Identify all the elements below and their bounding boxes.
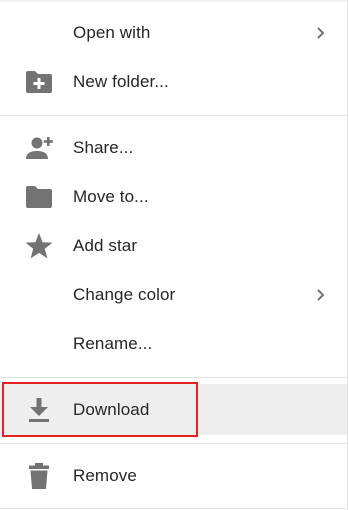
chevron-right-icon bbox=[317, 289, 325, 301]
menu-item-remove[interactable]: Remove bbox=[0, 454, 347, 498]
context-menu: Open with New folder... Share... Move to… bbox=[0, 0, 348, 509]
menu-item-label: Change color bbox=[73, 285, 176, 304]
menu-item-label: New folder... bbox=[73, 72, 169, 91]
star-icon bbox=[24, 231, 54, 261]
menu-item-label: Add star bbox=[73, 236, 138, 255]
menu-item-add-star[interactable]: Add star bbox=[0, 224, 347, 268]
folder-plus-icon bbox=[24, 67, 54, 97]
menu-item-label: Remove bbox=[73, 466, 137, 485]
menu-item-new-folder[interactable]: New folder... bbox=[0, 60, 347, 104]
menu-item-change-color[interactable]: Change color bbox=[0, 273, 347, 317]
menu-item-label: Open with bbox=[73, 23, 151, 42]
menu-divider bbox=[0, 443, 347, 444]
menu-divider bbox=[0, 377, 347, 378]
menu-item-label: Rename... bbox=[73, 334, 153, 353]
menu-divider bbox=[0, 115, 347, 116]
folder-icon bbox=[24, 182, 54, 212]
menu-item-download[interactable]: Download bbox=[0, 384, 347, 435]
trash-icon bbox=[24, 461, 54, 491]
chevron-right-icon bbox=[317, 27, 325, 39]
download-icon bbox=[24, 395, 54, 425]
menu-item-label: Share... bbox=[73, 138, 134, 157]
menu-item-label: Move to... bbox=[73, 187, 149, 206]
menu-top-shadow bbox=[0, 0, 347, 3]
menu-item-label: Download bbox=[73, 399, 150, 419]
menu-item-share[interactable]: Share... bbox=[0, 126, 347, 170]
menu-item-open-with[interactable]: Open with bbox=[0, 11, 347, 55]
person-add-icon bbox=[24, 133, 54, 163]
menu-item-rename[interactable]: Rename... bbox=[0, 322, 347, 366]
menu-item-move-to[interactable]: Move to... bbox=[0, 175, 347, 219]
